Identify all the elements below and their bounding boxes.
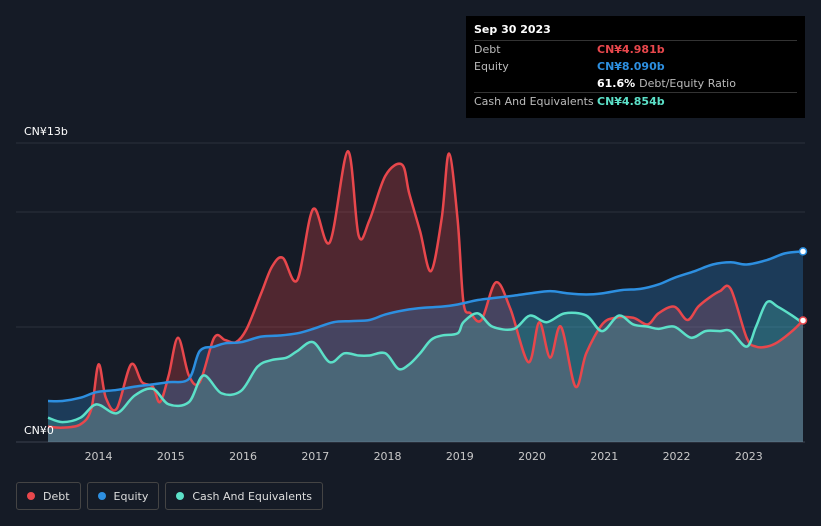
x-tick-label: 2015 xyxy=(156,450,185,463)
tooltip-row-equity: Equity CN¥8.090b xyxy=(474,58,797,75)
tooltip-label xyxy=(474,75,597,92)
cash-dot-icon xyxy=(176,492,185,500)
x-tick-label: 2021 xyxy=(590,450,619,463)
tooltip-row-ratio: 61.6% Debt/Equity Ratio xyxy=(474,75,797,92)
tooltip-row-debt: Debt CN¥4.981b xyxy=(474,40,797,58)
legend-item-debt[interactable]: Debt xyxy=(16,482,81,510)
legend-label: Debt xyxy=(43,489,70,503)
equity-dot-icon xyxy=(97,492,106,500)
y-axis-top-label: CN¥13b xyxy=(24,125,68,138)
tooltip-label: Equity xyxy=(474,60,509,73)
tooltip-subtext: Debt/Equity Ratio xyxy=(639,77,736,90)
x-tick-label: 2014 xyxy=(84,450,113,463)
debt-dot-icon xyxy=(27,492,35,500)
tooltip-label: Debt xyxy=(474,43,501,56)
x-tick-label: 2017 xyxy=(301,450,330,463)
y-axis-bottom-label: CN¥0 xyxy=(24,424,54,437)
legend-item-cash[interactable]: Cash And Equivalents xyxy=(165,482,323,510)
x-tick-label: 2016 xyxy=(229,450,258,463)
tooltip-value: CN¥4.981b xyxy=(597,43,665,56)
legend-label: Equity xyxy=(113,489,149,503)
x-tick-label: 2022 xyxy=(662,450,691,463)
legend: Debt Equity Cash And Equivalents xyxy=(16,482,323,510)
tooltip-value: 61.6% xyxy=(597,77,636,90)
equity-end-marker xyxy=(798,247,808,256)
legend-label: Cash And Equivalents xyxy=(192,489,312,503)
x-tick-label: 2023 xyxy=(734,450,763,463)
x-tick-label: 2020 xyxy=(518,450,547,463)
tooltip-value: CN¥4.854b xyxy=(597,95,665,108)
tooltip-label: Cash And Equivalents xyxy=(474,95,594,108)
x-tick-label: 2019 xyxy=(445,450,474,463)
legend-item-equity[interactable]: Equity xyxy=(86,482,160,510)
tooltip-date: Sep 30 2023 xyxy=(474,23,551,36)
debt-end-marker xyxy=(798,316,808,325)
tooltip: Sep 30 2023 Debt CN¥4.981b Equity CN¥8.0… xyxy=(466,16,805,118)
x-tick-label: 2018 xyxy=(373,450,402,463)
tooltip-value: CN¥8.090b xyxy=(597,60,665,73)
tooltip-row-cash: Cash And Equivalents CN¥4.854b xyxy=(474,92,797,110)
